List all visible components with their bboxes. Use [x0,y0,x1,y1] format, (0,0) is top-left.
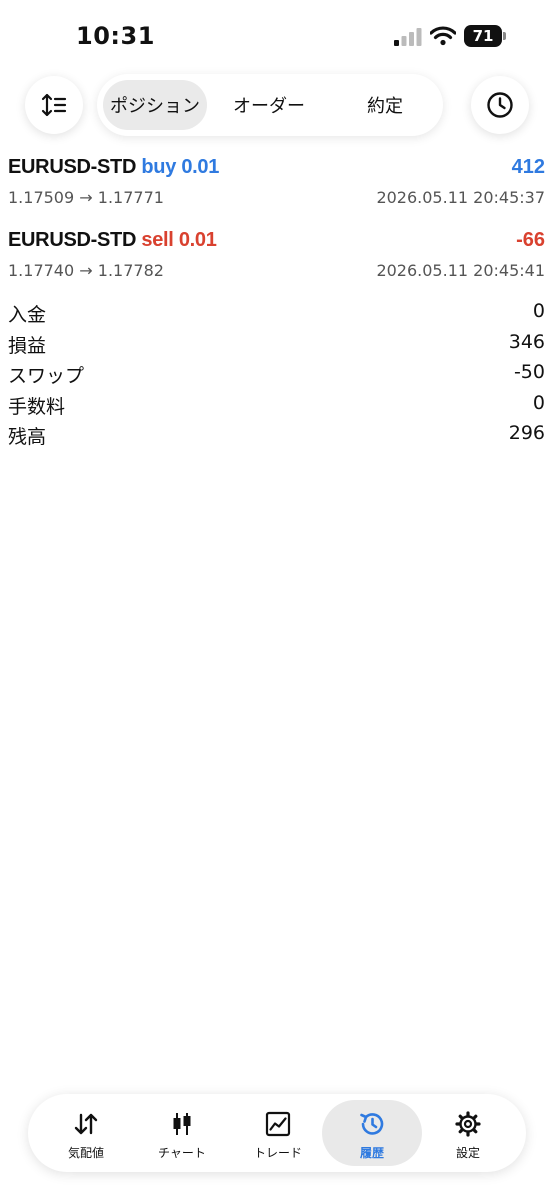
position-symbol: EURUSD-STD [8,156,137,178]
sort-button[interactable] [25,76,83,134]
top-bar: ポジション オーダー 約定 [0,74,554,138]
price-arrow: → [79,188,93,207]
current-price: 1.17782 [97,261,164,280]
summary-value: 0 [532,300,545,322]
tab-label: 履歴 [359,1146,384,1160]
status-time: 10:31 [76,22,155,50]
summary-value: 0 [532,391,545,414]
position-title: EURUSD-STD sell 0.01 [8,229,217,252]
tab-label: 気配値 [67,1146,104,1160]
summary-label: 入金 [8,304,47,326]
summary-row-profit: 損益 346 [0,331,554,362]
position-prices: 1.17740 → 1.17782 [8,261,164,280]
summary-label: 残高 [8,426,47,448]
gear-icon [455,1111,481,1137]
summary-label: 手数料 [8,395,66,418]
price-arrow: → [79,261,93,280]
summary-row-swap: スワップ -50 [0,361,554,392]
position-prices: 1.17509 → 1.17771 [8,188,164,207]
battery-icon: 71 [464,25,506,49]
account-summary: 入金 0 損益 346 スワップ -50 手数料 0 残高 296 [0,300,554,453]
segmented-control: ポジション オーダー 約定 [97,74,443,136]
status-bar: 10:31 71 [0,0,554,72]
open-price: 1.17740 [8,261,75,280]
summary-row-commission: 手数料 0 [0,392,554,423]
history-icon [360,1113,384,1135]
summary-row-deposit: 入金 0 [0,300,554,331]
position-time: 2026.05.11 20:45:37 [376,188,545,207]
quotes-icon [74,1113,98,1135]
tab-chart[interactable]: チャート [132,1100,232,1166]
position-volume: 0.01 [181,156,220,178]
cellular-signal-icon [394,28,422,46]
wifi-icon [430,26,456,46]
position-volume: 0.01 [178,229,217,251]
open-price: 1.17509 [8,188,75,207]
summary-label: スワップ [8,365,85,387]
summary-label: 損益 [8,334,47,357]
tab-deals[interactable]: 約定 [333,80,437,130]
tab-positions[interactable]: ポジション [103,80,207,130]
tab-history[interactable]: 履歴 [322,1100,422,1166]
candlestick-icon [173,1113,191,1135]
tab-label: チャート [158,1146,206,1160]
summary-row-balance: 残高 296 [0,422,554,453]
tab-settings[interactable]: 設定 [418,1100,518,1166]
tab-label: 設定 [455,1146,480,1160]
tab-quotes[interactable]: 気配値 [36,1100,136,1166]
trade-chart-icon [265,1111,291,1137]
position-side: buy [141,156,177,178]
summary-value: 296 [508,422,545,444]
current-price: 1.17771 [97,188,164,207]
position-title: EURUSD-STD buy 0.01 [8,156,219,179]
tab-label: トレード [253,1146,302,1160]
sort-icon [41,93,67,117]
position-profit: 412 [511,156,545,178]
history-period-button[interactable] [471,76,529,134]
clock-icon [487,92,513,118]
position-profit: -66 [516,229,545,251]
battery-level: 71 [472,27,494,45]
position-time: 2026.05.11 20:45:41 [376,261,545,280]
tab-orders[interactable]: オーダー [217,80,321,130]
position-row[interactable]: EURUSD-STD buy 0.01 412 1.17509 → 1.1777… [0,156,554,220]
summary-value: 346 [508,330,545,353]
position-symbol: EURUSD-STD [8,229,137,251]
tab-trade[interactable]: トレード [228,1100,328,1166]
position-row[interactable]: EURUSD-STD sell 0.01 -66 1.17740 → 1.177… [0,229,554,293]
position-side: sell [141,229,174,251]
summary-value: -50 [513,361,545,383]
bottom-tab-bar: 気配値 チャート トレード 履歴 設定 [28,1094,526,1172]
